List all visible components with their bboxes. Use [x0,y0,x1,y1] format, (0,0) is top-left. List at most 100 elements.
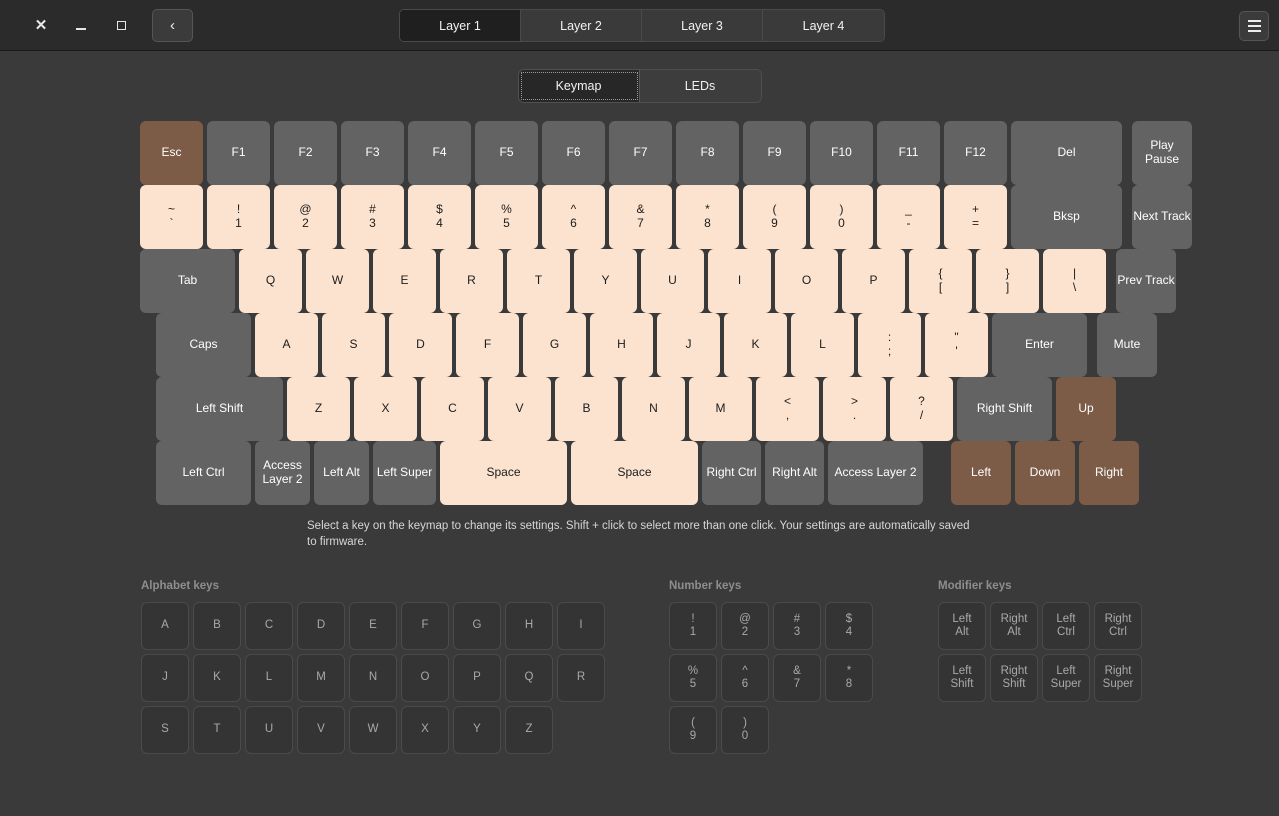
key-space[interactable]: Space [571,441,698,505]
picker-key-6[interactable]: ^6 [721,654,769,702]
picker-key-0[interactable]: )0 [721,706,769,754]
key-right-shift[interactable]: Right Shift [957,377,1052,441]
picker-key-k[interactable]: K [193,654,241,702]
layer-tab-1[interactable]: Layer 1 [400,10,521,41]
window-close-icon[interactable]: ✕ [24,8,58,42]
key-left-ctrl[interactable]: Left Ctrl [156,441,251,505]
key-enter[interactable]: Enter [992,313,1087,377]
layer-tab-3[interactable]: Layer 3 [642,10,763,41]
key-next-track[interactable]: Next Track [1132,185,1192,249]
key-n[interactable]: N [622,377,685,441]
key-f7[interactable]: F7 [609,121,672,185]
picker-key-s[interactable]: S [141,706,189,754]
key-b[interactable]: B [555,377,618,441]
key-l[interactable]: L [791,313,854,377]
key-del[interactable]: Del [1011,121,1122,185]
menu-button[interactable] [1239,11,1269,41]
key-f8[interactable]: F8 [676,121,739,185]
key-o[interactable]: O [775,249,838,313]
picker-key-a[interactable]: A [141,602,189,650]
key-y[interactable]: Y [574,249,637,313]
key-down[interactable]: Down [1015,441,1075,505]
key-f3[interactable]: F3 [341,121,404,185]
picker-key-3[interactable]: #3 [773,602,821,650]
key-s[interactable]: S [322,313,385,377]
key-left-alt[interactable]: Left Alt [314,441,369,505]
key-i[interactable]: I [708,249,771,313]
picker-key-x[interactable]: X [401,706,449,754]
picker-key-d[interactable]: D [297,602,345,650]
key-z[interactable]: Z [287,377,350,441]
picker-key-m[interactable]: M [297,654,345,702]
key-key[interactable]: <, [756,377,819,441]
key-access-layer-2[interactable]: Access Layer 2 [828,441,923,505]
key-key[interactable]: ~` [140,185,203,249]
window-minimize-icon[interactable] [64,8,98,42]
window-maximize-icon[interactable] [104,8,138,42]
key-p[interactable]: P [842,249,905,313]
key-key[interactable]: {[ [909,249,972,313]
key-q[interactable]: Q [239,249,302,313]
key-f9[interactable]: F9 [743,121,806,185]
picker-key-right-super[interactable]: Right Super [1094,654,1142,702]
key-5[interactable]: %5 [475,185,538,249]
key-key[interactable]: :; [858,313,921,377]
key-play-pause[interactable]: Play Pause [1132,121,1192,185]
key-u[interactable]: U [641,249,704,313]
key-e[interactable]: E [373,249,436,313]
key-left-shift[interactable]: Left Shift [156,377,283,441]
key-f5[interactable]: F5 [475,121,538,185]
key-mute[interactable]: Mute [1097,313,1157,377]
key-f2[interactable]: F2 [274,121,337,185]
key-x[interactable]: X [354,377,417,441]
key-f11[interactable]: F11 [877,121,940,185]
picker-key-t[interactable]: T [193,706,241,754]
key-bksp[interactable]: Bksp [1011,185,1122,249]
picker-key-q[interactable]: Q [505,654,553,702]
key-right-ctrl[interactable]: Right Ctrl [702,441,761,505]
key-m[interactable]: M [689,377,752,441]
picker-key-h[interactable]: H [505,602,553,650]
key-7[interactable]: &7 [609,185,672,249]
key-up[interactable]: Up [1056,377,1116,441]
key-f[interactable]: F [456,313,519,377]
key-6[interactable]: ^6 [542,185,605,249]
picker-key-v[interactable]: V [297,706,345,754]
picker-key-r[interactable]: R [557,654,605,702]
key-9[interactable]: (9 [743,185,806,249]
key-f1[interactable]: F1 [207,121,270,185]
picker-key-i[interactable]: I [557,602,605,650]
key-8[interactable]: *8 [676,185,739,249]
picker-key-left-shift[interactable]: Left Shift [938,654,986,702]
picker-key-p[interactable]: P [453,654,501,702]
key-c[interactable]: C [421,377,484,441]
picker-key-7[interactable]: &7 [773,654,821,702]
key-f10[interactable]: F10 [810,121,873,185]
picker-key-z[interactable]: Z [505,706,553,754]
key-r[interactable]: R [440,249,503,313]
picker-key-n[interactable]: N [349,654,397,702]
picker-key-4[interactable]: $4 [825,602,873,650]
picker-key-8[interactable]: *8 [825,654,873,702]
key-left-super[interactable]: Left Super [373,441,436,505]
key-0[interactable]: )0 [810,185,873,249]
key-key[interactable]: ?/ [890,377,953,441]
picker-key-l[interactable]: L [245,654,293,702]
key-f6[interactable]: F6 [542,121,605,185]
key-g[interactable]: G [523,313,586,377]
picker-key-9[interactable]: (9 [669,706,717,754]
picker-key-left-super[interactable]: Left Super [1042,654,1090,702]
key-key[interactable]: }] [976,249,1039,313]
key-w[interactable]: W [306,249,369,313]
mode-tab-keymap[interactable]: Keymap [519,70,640,102]
key-key[interactable]: _- [877,185,940,249]
key-prev-track[interactable]: Prev Track [1116,249,1176,313]
key-3[interactable]: #3 [341,185,404,249]
picker-key-u[interactable]: U [245,706,293,754]
key-esc[interactable]: Esc [140,121,203,185]
key-f12[interactable]: F12 [944,121,1007,185]
layer-tab-4[interactable]: Layer 4 [763,10,884,41]
key-4[interactable]: $4 [408,185,471,249]
key-right-alt[interactable]: Right Alt [765,441,824,505]
key-key[interactable]: += [944,185,1007,249]
